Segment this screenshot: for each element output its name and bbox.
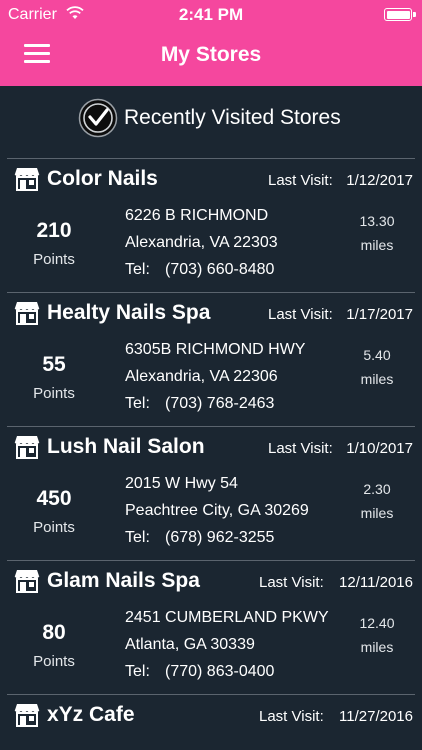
battery-icon — [384, 8, 416, 21]
address-line-2: Alexandria, VA 22306 — [125, 368, 278, 385]
address-line-2: Peachtree City, GA 30269 — [125, 502, 309, 519]
phone-label: Tel: — [125, 261, 150, 278]
points-value: 80 — [42, 621, 66, 644]
last-visit-date: 1/17/2017 — [346, 306, 413, 323]
store-name: Healty Nails Spa — [47, 301, 211, 324]
store-name: xYz Cafe — [47, 703, 135, 726]
points-label: Points — [33, 251, 75, 268]
store-name: Glam Nails Spa — [47, 569, 200, 592]
last-visit-label: Last Visit: — [259, 574, 324, 591]
points-value: 55 — [42, 353, 66, 376]
phone-row[interactable]: Tel: (703) 660-8480 — [125, 261, 274, 279]
section-header: Recently Visited Stores — [0, 96, 422, 142]
distance-value: 13.30 — [359, 213, 395, 229]
storefront-icon — [14, 168, 40, 191]
last-visit-date: 12/11/2016 — [339, 574, 413, 591]
store-card[interactable]: Glam Nails Spa Last Visit: 12/11/2016 80… — [7, 560, 415, 694]
phone-row[interactable]: Tel: (770) 863-0400 — [125, 663, 274, 681]
address-line-1: 2451 CUMBERLAND PKWY — [125, 609, 329, 626]
last-visit-date: 11/27/2016 — [339, 708, 413, 725]
storefront-icon — [14, 302, 40, 325]
status-time: 2:41 PM — [178, 5, 244, 24]
last-visit-label: Last Visit: — [259, 708, 324, 725]
points-label: Points — [33, 519, 75, 536]
app-header: Carrier 2:41 PM My Stores — [0, 0, 422, 86]
section-title: Recently Visited Stores — [124, 106, 341, 129]
store-card[interactable]: Color Nails Last Visit: 1/12/2017 210 Po… — [7, 158, 415, 292]
store-name: Color Nails — [47, 167, 158, 190]
last-visit-date: 1/10/2017 — [346, 440, 413, 457]
phone-number[interactable]: (770) 863-0400 — [165, 663, 274, 680]
store-name: Lush Nail Salon — [47, 435, 205, 458]
phone-label: Tel: — [125, 663, 150, 680]
address-line-1: 6226 B RICHMOND — [125, 207, 269, 224]
store-card[interactable]: Lush Nail Salon Last Visit: 1/10/2017 45… — [7, 426, 415, 560]
address-line-2: Atlanta, GA 30339 — [125, 636, 255, 653]
store-card[interactable]: Healty Nails Spa Last Visit: 1/17/2017 5… — [7, 292, 415, 426]
last-visit-label: Last Visit: — [268, 440, 333, 457]
phone-number[interactable]: (703) 768-2463 — [165, 395, 274, 412]
phone-number[interactable]: (678) 962-3255 — [165, 529, 274, 546]
phone-row[interactable]: Tel: (703) 768-2463 — [125, 395, 274, 413]
check-badge-icon — [78, 98, 118, 138]
distance-value: 2.30 — [363, 481, 391, 497]
address-line-1: 2015 W Hwy 54 — [125, 475, 238, 492]
page-title: My Stores — [160, 43, 262, 66]
points-label: Points — [33, 385, 75, 402]
points-label: Points — [33, 653, 75, 670]
last-visit-date: 1/12/2017 — [346, 172, 413, 189]
phone-row[interactable]: Tel: (678) 962-3255 — [125, 529, 274, 547]
phone-label: Tel: — [125, 529, 150, 546]
points-value: 210 — [36, 219, 72, 242]
storefront-icon — [14, 704, 40, 727]
distance-unit: miles — [360, 237, 394, 253]
address-line-1: 6305B RICHMOND HWY — [125, 341, 306, 358]
storefront-icon — [14, 436, 40, 459]
status-bar: Carrier 2:41 PM — [0, 0, 422, 32]
distance-unit: miles — [360, 639, 394, 655]
phone-number[interactable]: (703) 660-8480 — [165, 261, 274, 278]
distance-unit: miles — [360, 371, 394, 387]
distance-value: 5.40 — [363, 347, 391, 363]
distance-unit: miles — [360, 505, 394, 521]
address-line-2: Alexandria, VA 22303 — [125, 234, 278, 251]
storefront-icon — [14, 570, 40, 593]
distance-value: 12.40 — [359, 615, 395, 631]
last-visit-label: Last Visit: — [268, 306, 333, 323]
last-visit-label: Last Visit: — [268, 172, 333, 189]
store-card[interactable]: xYz Cafe Last Visit: 11/27/2016 — [7, 694, 415, 750]
points-value: 450 — [36, 487, 72, 510]
phone-label: Tel: — [125, 395, 150, 412]
